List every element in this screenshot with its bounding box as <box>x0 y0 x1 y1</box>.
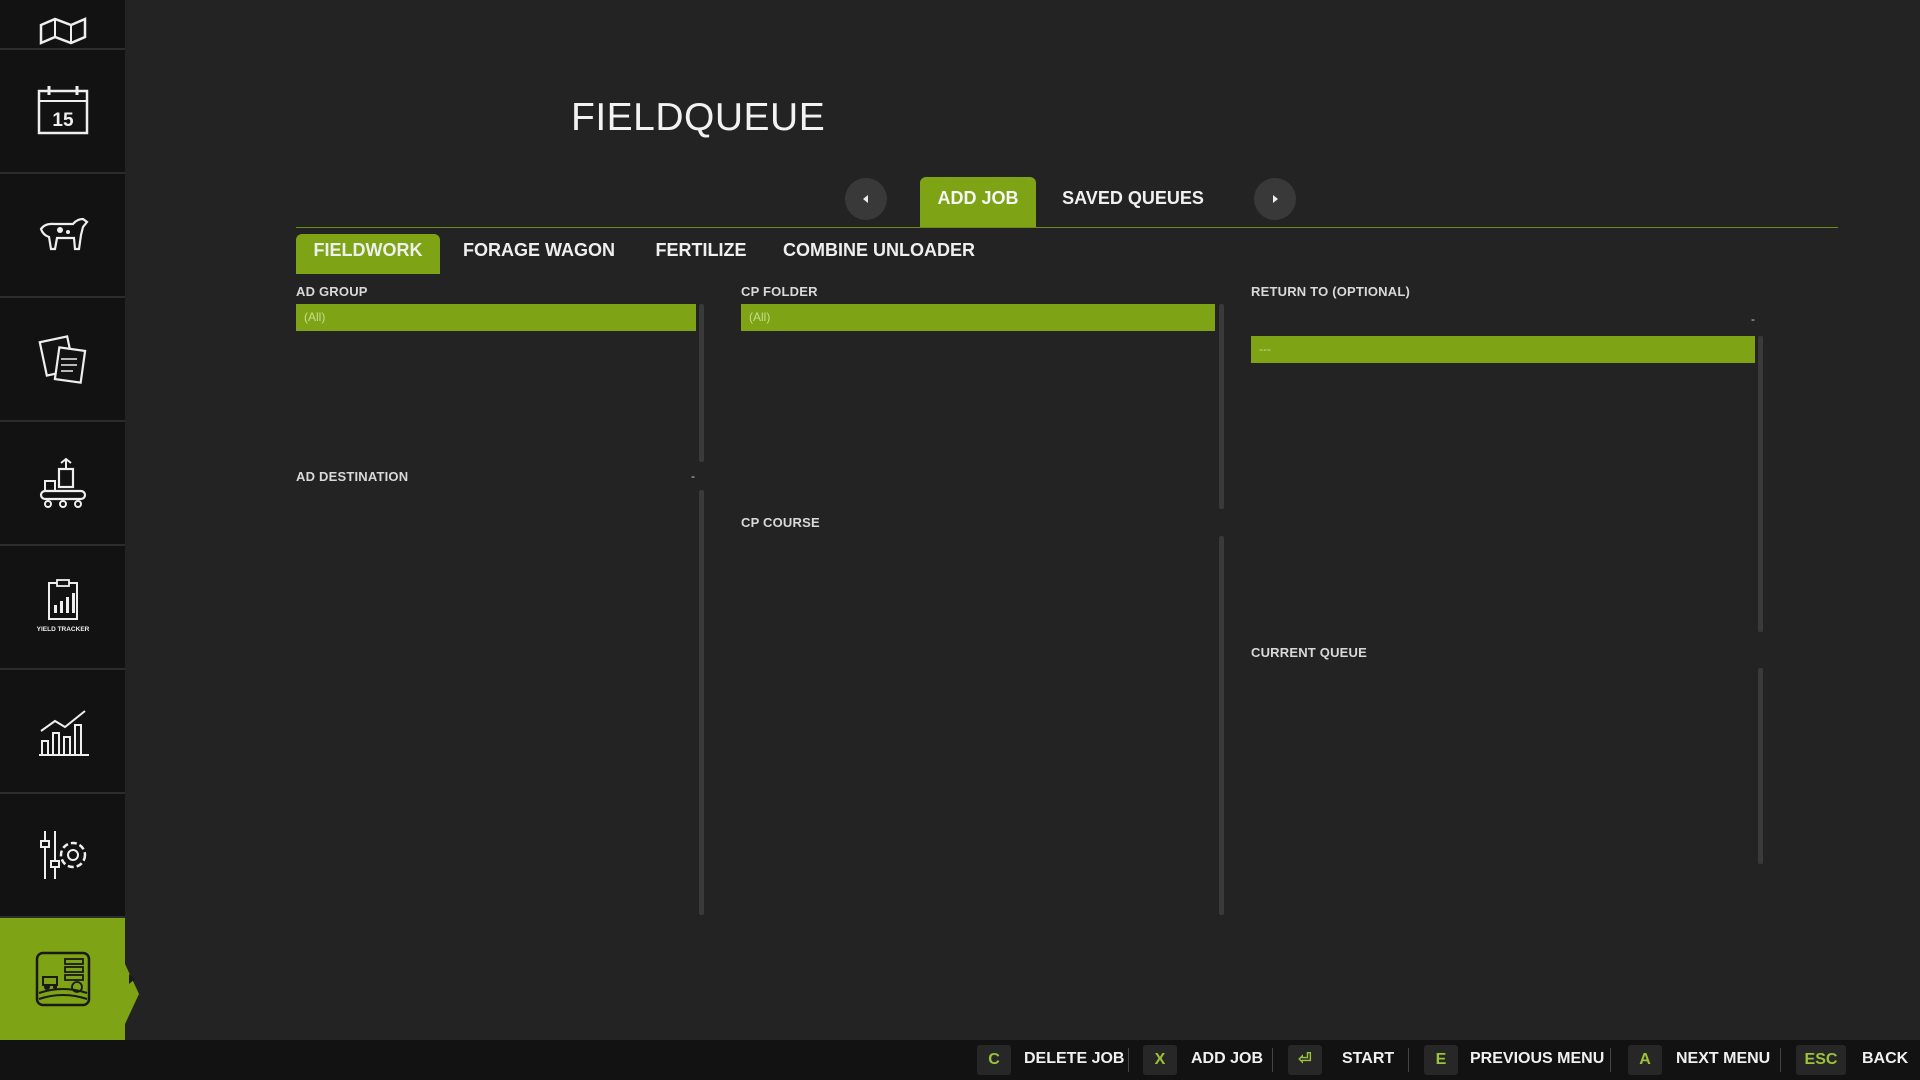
next-tab-button[interactable] <box>1254 178 1296 220</box>
add-job-button[interactable]: ADD JOB <box>1191 1050 1263 1068</box>
key-c-badge: C <box>977 1045 1011 1075</box>
tab-combine-unloader[interactable]: COMBINE UNLOADER <box>780 234 978 274</box>
calendar-icon: 15 <box>37 86 88 135</box>
sidebar-item-contracts[interactable] <box>0 298 125 422</box>
separator <box>1408 1048 1409 1072</box>
tab-add-job[interactable]: ADD JOB <box>920 177 1036 227</box>
current-queue-label: CURRENT QUEUE <box>1251 645 1367 660</box>
animals-icon <box>39 217 89 251</box>
sidebar-item-fieldqueue[interactable] <box>0 918 139 1040</box>
page-title: FIELDQUEUE <box>571 96 826 139</box>
fieldqueue-icon <box>35 951 90 1007</box>
arrow-right-icon <box>1273 195 1278 203</box>
delete-job-button[interactable]: DELETE JOB <box>1024 1050 1124 1068</box>
tab-forage-wagon[interactable]: FORAGE WAGON <box>456 234 622 274</box>
start-button[interactable]: START <box>1342 1050 1394 1068</box>
settings-icon <box>39 831 86 879</box>
sidebar-item-statistics[interactable] <box>0 670 125 794</box>
tab-fieldwork[interactable]: FIELDWORK <box>296 234 440 274</box>
sidebar-item-map[interactable] <box>0 0 125 50</box>
sidebar-item-calendar[interactable]: 15 <box>0 50 125 174</box>
cp-folder-label: CP FOLDER <box>741 284 818 299</box>
return-to-row[interactable]: --- <box>1251 336 1755 363</box>
return-to-label: RETURN TO (OPTIONAL) <box>1251 284 1411 299</box>
key-a-badge: A <box>1628 1045 1662 1075</box>
sidebar-item-production[interactable] <box>0 422 125 546</box>
tab-underline <box>296 227 1838 228</box>
cp-folder-row[interactable]: (All) <box>741 304 1215 331</box>
sidebar: 15 YIELD TRACKER <box>0 0 139 1040</box>
cp-folder-scrollbar[interactable] <box>1219 304 1224 509</box>
arrow-left-icon <box>863 195 868 203</box>
yield-tracker-label: YIELD TRACKER <box>36 626 89 633</box>
sidebar-item-yield-tracker[interactable]: YIELD TRACKER <box>0 546 125 670</box>
ad-destination-value: - <box>691 469 695 483</box>
ad-group-label: AD GROUP <box>296 284 368 299</box>
back-button[interactable]: BACK <box>1862 1050 1908 1068</box>
separator <box>1272 1048 1273 1072</box>
key-x-badge: X <box>1143 1045 1177 1075</box>
map-icon <box>39 17 86 45</box>
cp-course-label: CP COURSE <box>741 515 820 530</box>
return-to-scrollbar[interactable] <box>1758 336 1763 632</box>
active-indicator-arrow <box>129 974 135 984</box>
current-queue-scrollbar[interactable] <box>1758 668 1763 864</box>
key-esc-badge: ESC <box>1796 1045 1846 1075</box>
ad-destination-scrollbar[interactable] <box>699 490 704 915</box>
sidebar-item-settings[interactable] <box>0 794 125 918</box>
previous-menu-button[interactable]: PREVIOUS MENU <box>1470 1050 1604 1068</box>
separator <box>1780 1048 1781 1072</box>
return-to-value: - <box>1751 312 1755 326</box>
calendar-day: 15 <box>52 110 74 131</box>
ad-group-scrollbar[interactable] <box>699 304 704 462</box>
contracts-icon <box>37 335 86 384</box>
ad-destination-label: AD DESTINATION <box>296 469 409 484</box>
yield-tracker-icon: YIELD TRACKER <box>36 579 89 633</box>
separator <box>1128 1048 1129 1072</box>
next-menu-button[interactable]: NEXT MENU <box>1676 1050 1770 1068</box>
tab-fertilize[interactable]: FERTILIZE <box>648 234 754 274</box>
prev-tab-button[interactable] <box>845 178 887 220</box>
statistics-icon <box>38 710 89 756</box>
cp-course-scrollbar[interactable] <box>1219 536 1224 915</box>
ad-group-row[interactable]: (All) <box>296 304 696 331</box>
key-enter-badge: ⏎ <box>1288 1045 1322 1075</box>
sidebar-item-animals[interactable] <box>0 174 125 298</box>
production-icon <box>39 457 86 508</box>
separator <box>1610 1048 1611 1072</box>
tab-saved-queues[interactable]: SAVED QUEUES <box>1054 177 1212 227</box>
key-e-badge: E <box>1424 1045 1458 1075</box>
